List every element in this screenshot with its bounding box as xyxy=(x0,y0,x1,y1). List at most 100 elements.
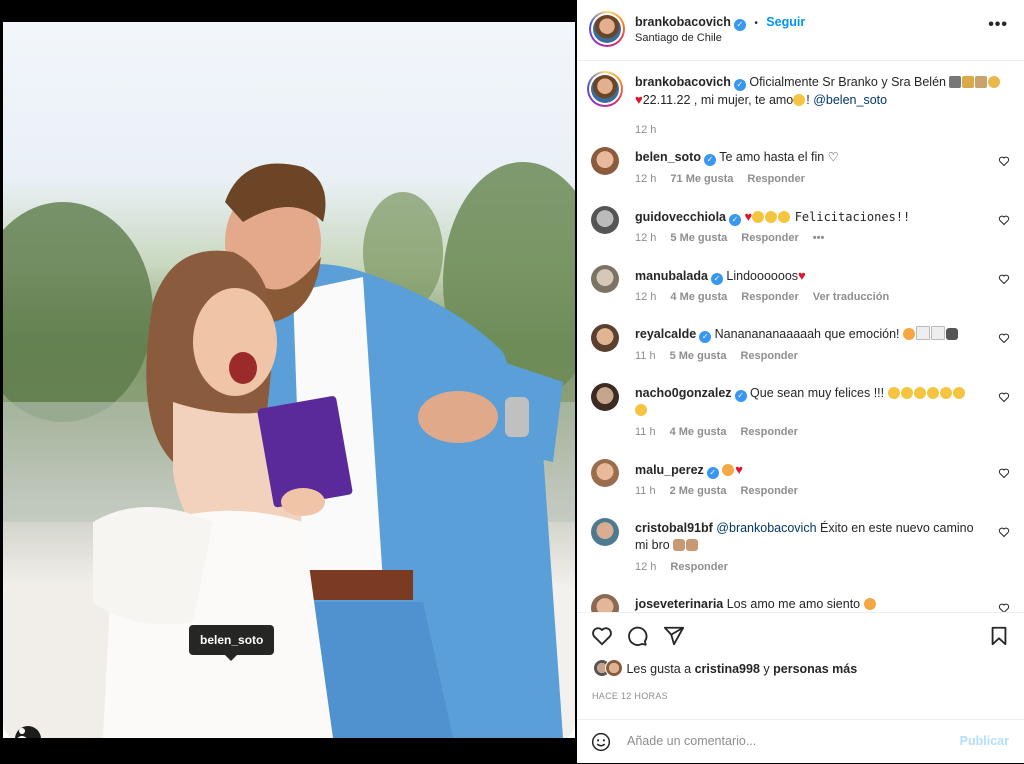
comment-text: Que sean muy felices !!! xyxy=(750,386,888,400)
bulb-emoji-icon xyxy=(988,76,1001,88)
author-avatar[interactable] xyxy=(589,11,625,47)
heart-eyes-emoji-icon xyxy=(863,598,876,610)
caption-username[interactable]: brankobacovich xyxy=(635,75,731,89)
clap-emoji-icon xyxy=(939,387,952,399)
verified-icon: ✓ xyxy=(733,79,746,91)
comment-username[interactable]: cristobal91bf xyxy=(635,521,713,535)
commenter-avatar[interactable] xyxy=(591,324,619,352)
reply-button[interactable]: Responder xyxy=(740,485,797,497)
comment-username[interactable]: nacho0gonzalez xyxy=(635,386,732,400)
comment-text: Lindoooooos xyxy=(726,269,799,283)
like-comment-icon[interactable] xyxy=(998,155,1010,167)
comment-username[interactable]: guidovecchiola xyxy=(635,210,726,224)
caption-mention[interactable]: @belen_soto xyxy=(813,93,887,107)
likes-count-link[interactable]: personas más xyxy=(773,662,857,676)
comment-icon[interactable] xyxy=(626,625,648,647)
reply-button[interactable]: Responder xyxy=(740,350,797,362)
grin-emoji-icon xyxy=(887,387,900,399)
raised-hands-emoji-icon xyxy=(946,328,959,340)
kiss-emoji-icon xyxy=(793,94,806,106)
comment-mention[interactable]: @brankobacovich xyxy=(716,521,816,535)
like-comment-icon[interactable] xyxy=(998,391,1010,403)
comment-text: Felicitaciones!! xyxy=(794,210,911,224)
like-comment-icon[interactable] xyxy=(998,467,1010,479)
commenter-avatar[interactable] xyxy=(591,206,619,234)
like-comment-icon[interactable] xyxy=(998,526,1010,538)
emoji-picker-icon[interactable] xyxy=(591,732,611,752)
reply-button[interactable]: Responder xyxy=(747,173,804,185)
comment-likes[interactable]: 2 Me gusta xyxy=(670,485,727,497)
comment-username[interactable]: joseveterinaria xyxy=(635,597,723,611)
like-icon[interactable] xyxy=(591,625,613,647)
comment-username[interactable]: belen_soto xyxy=(635,150,701,164)
liker-avatar xyxy=(605,659,623,677)
comment-likes[interactable]: 4 Me gusta xyxy=(670,291,727,303)
verified-icon: ✓ xyxy=(734,390,747,402)
star-eyes-emoji-icon xyxy=(722,464,735,476)
heart-emoji-icon: ♥ xyxy=(635,92,643,107)
likes-summary: Les gusta a cristina998 y personas más xyxy=(593,659,857,677)
comment-username[interactable]: malu_perez xyxy=(635,463,704,477)
verified-icon: ✓ xyxy=(699,331,712,343)
author-username[interactable]: brankobacovich xyxy=(635,15,731,29)
comment-time: 12 h xyxy=(635,232,657,244)
caption-text: Oficialmente Sr Branko y Sra Belén xyxy=(749,75,946,89)
comment-time: 11 h xyxy=(635,485,656,497)
photo-illustration xyxy=(3,162,575,738)
like-comment-icon[interactable] xyxy=(998,602,1010,612)
location-link[interactable]: Santiago de Chile xyxy=(635,32,722,44)
commenter-avatar[interactable] xyxy=(591,147,619,175)
like-comment-icon[interactable] xyxy=(998,273,1010,285)
comment-text: Los amo me amo siento xyxy=(726,597,864,611)
comment-username[interactable]: manubalada xyxy=(635,269,708,283)
save-bookmark-icon[interactable] xyxy=(988,625,1010,647)
reply-button[interactable]: Responder xyxy=(741,232,798,244)
comment-likes[interactable]: 5 Me gusta xyxy=(670,350,727,362)
heart-emoji-icon: ♥ xyxy=(798,268,806,283)
reply-button[interactable]: Responder xyxy=(741,291,798,303)
translate-link[interactable]: Ver traducción xyxy=(813,291,889,303)
comments-list[interactable]: brankobacovich ✓ Oficialmente Sr Branko y… xyxy=(577,61,1024,612)
reply-button[interactable]: Responder xyxy=(670,561,727,573)
couple-emoji-icon xyxy=(949,76,962,88)
verified-icon: ✓ xyxy=(706,467,719,479)
grin-emoji-icon xyxy=(913,387,926,399)
publish-button[interactable]: Publicar xyxy=(960,734,1009,748)
like-comment-icon[interactable] xyxy=(998,214,1010,226)
commenter-avatar[interactable] xyxy=(591,459,619,487)
emoji-placeholder-icon xyxy=(931,326,946,340)
passport-emoji-icon xyxy=(975,76,988,88)
post-timestamp: HACE 12 HORAS xyxy=(592,691,668,701)
heart-emoji-icon: ♥ xyxy=(735,462,743,477)
caption-avatar[interactable] xyxy=(587,71,623,107)
comment-time: 12 h xyxy=(635,173,657,185)
comment-likes[interactable]: 4 Me gusta xyxy=(670,426,727,438)
details-panel: brankobacovich ✓ • Seguir Santiago de Chi… xyxy=(577,0,1024,763)
flexed-biceps-emoji-icon xyxy=(686,539,699,551)
comment-username[interactable]: reyalcalde xyxy=(635,327,696,341)
more-options-icon[interactable]: ••• xyxy=(988,16,1008,34)
clap-emoji-icon xyxy=(778,211,791,223)
like-comment-icon[interactable] xyxy=(998,332,1010,344)
user-tag[interactable]: belen_soto xyxy=(189,625,275,661)
commenter-avatar[interactable] xyxy=(591,594,619,612)
post-photo[interactable]: belen_soto xyxy=(3,22,575,738)
comment-input[interactable]: Añade un comentario... xyxy=(627,734,756,748)
heart-eyes-emoji-icon xyxy=(903,328,916,340)
share-icon[interactable] xyxy=(663,625,685,647)
commenter-avatar[interactable] xyxy=(591,518,619,546)
comment-text: Nananananaaaaah que emoción! xyxy=(714,327,904,341)
clap-emoji-icon xyxy=(752,211,765,223)
reply-button[interactable]: Responder xyxy=(740,426,797,438)
commenter-avatar[interactable] xyxy=(591,265,619,293)
grin-emoji-icon xyxy=(900,387,913,399)
comment-likes[interactable]: 71 Me gusta xyxy=(670,173,733,185)
liker-username[interactable]: cristina998 xyxy=(695,662,760,676)
flexed-biceps-emoji-icon xyxy=(673,539,686,551)
post-header: brankobacovich ✓ • Seguir Santiago de Chi… xyxy=(577,0,1024,61)
comment-likes[interactable]: 5 Me gusta xyxy=(670,232,727,244)
comment-options-icon[interactable]: ••• xyxy=(813,232,825,244)
follow-button[interactable]: Seguir xyxy=(766,15,805,29)
commenter-avatar[interactable] xyxy=(591,383,619,411)
user-icon xyxy=(17,728,27,738)
